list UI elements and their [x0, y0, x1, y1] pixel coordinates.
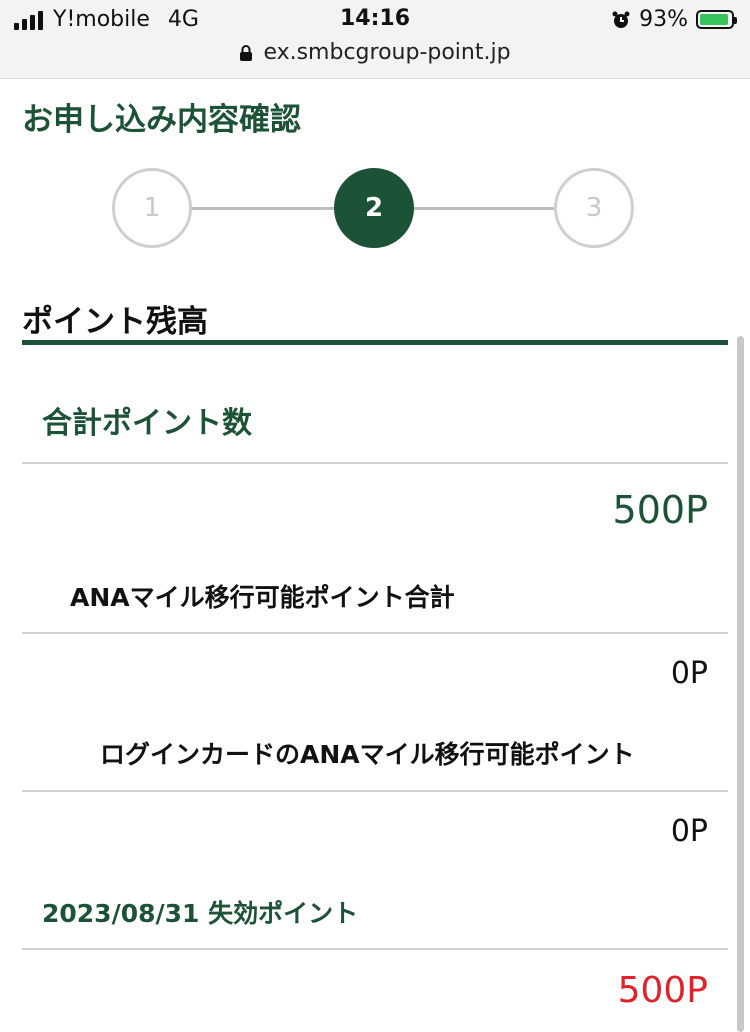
- section-title: ポイント残高: [22, 304, 208, 340]
- scrollbar[interactable]: [737, 336, 744, 1032]
- battery-fill: [700, 14, 728, 25]
- page-title: お申し込み内容確認: [22, 102, 301, 138]
- step-2-current: 2: [334, 168, 414, 248]
- expiring-points-label: 2023/08/31 失効ポイント: [42, 899, 359, 928]
- browser-status-bar: Y!mobile 4G 14:16 93% ex.smbcgroup-point…: [0, 0, 750, 79]
- section-divider: [22, 340, 728, 345]
- step-3: 3: [554, 168, 634, 248]
- step-1: 1: [112, 168, 192, 248]
- total-points-value: 500P: [612, 488, 708, 532]
- login-card-ana-transferable-label: ログインカードのANAマイル移行可能ポイント: [100, 740, 635, 769]
- expiring-points-value: 500P: [617, 970, 708, 1011]
- login-card-ana-transferable-value: 0P: [670, 814, 708, 849]
- ana-transferable-total-value: 0P: [670, 656, 708, 691]
- step-connector: [410, 207, 554, 210]
- status-right: 93%: [611, 7, 737, 32]
- divider: [22, 948, 728, 950]
- url-text: ex.smbcgroup-point.jp: [263, 40, 511, 65]
- ana-transferable-total-label: ANAマイル移行可能ポイント合計: [70, 583, 455, 612]
- progress-stepper: 1 2 3: [112, 168, 634, 248]
- divider: [22, 462, 728, 464]
- address-bar[interactable]: ex.smbcgroup-point.jp: [0, 40, 750, 65]
- total-points-label: 合計ポイント数: [42, 406, 252, 441]
- lock-icon: [240, 44, 253, 61]
- divider: [22, 790, 728, 792]
- battery-percent: 93%: [639, 7, 688, 32]
- divider: [22, 632, 728, 634]
- alarm-icon: [612, 11, 630, 28]
- step-connector: [190, 207, 334, 210]
- battery-icon: [696, 10, 737, 29]
